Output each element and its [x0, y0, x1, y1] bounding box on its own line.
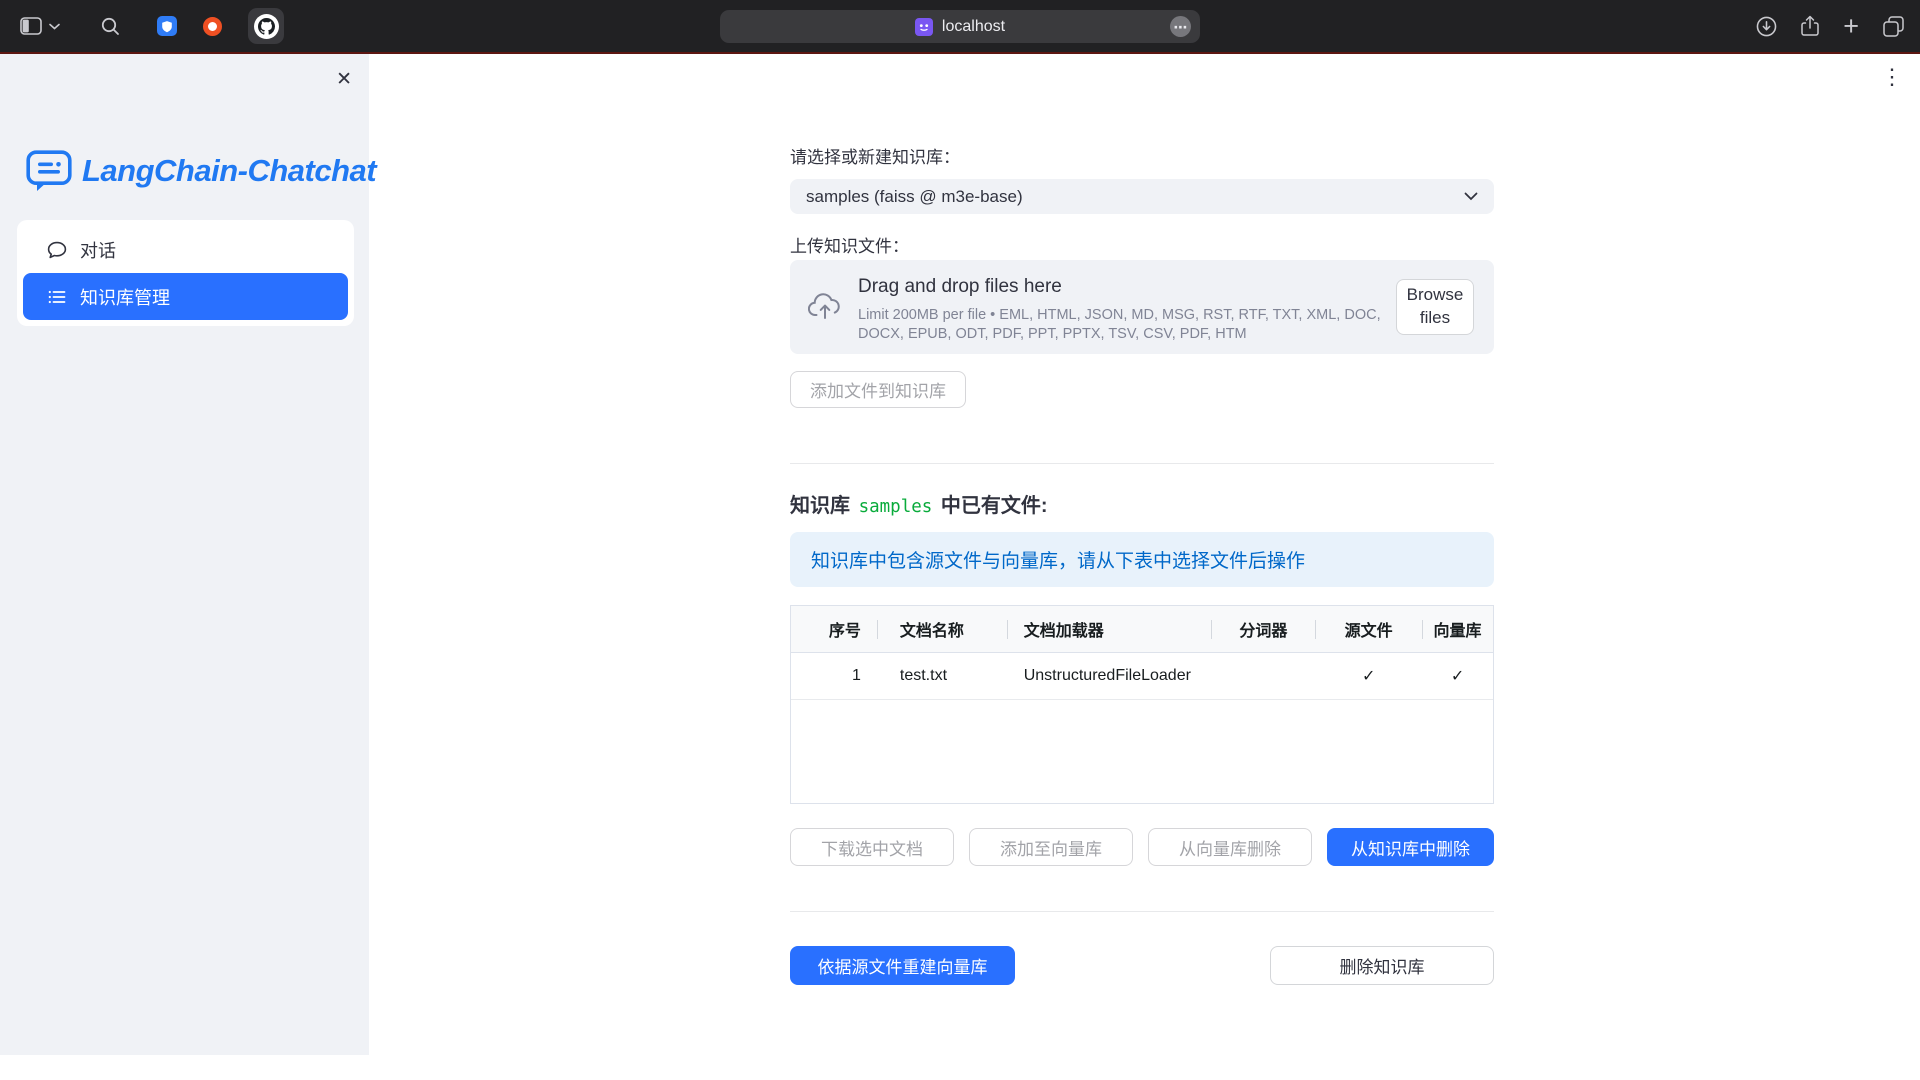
- address-bar[interactable]: localhost ⋯: [720, 10, 1200, 43]
- streamlit-menu-icon[interactable]: ⋮: [1881, 64, 1903, 90]
- sidebar-nav: 对话 知识库管理: [17, 220, 354, 326]
- sidebar-close-icon[interactable]: ✕: [336, 70, 352, 89]
- app-page: ✕ LangChain-Chatchat 对话: [0, 54, 1920, 1080]
- app-logo: LangChain-Chatchat: [26, 150, 376, 192]
- delete-kb-button[interactable]: 删除知识库: [1270, 946, 1494, 985]
- browse-files-button[interactable]: Browse files: [1396, 279, 1474, 335]
- kb-select-value: samples (faiss @ m3e-base): [806, 187, 1023, 207]
- dropzone-hint: Limit 200MB per file • EML, HTML, JSON, …: [858, 306, 1382, 344]
- cell-doc-name: test.txt: [877, 653, 1007, 699]
- main-area: ⋮ 请选择或新建知识库： samples (faiss @ m3e-base) …: [369, 54, 1920, 1080]
- bottom-strip: [0, 1055, 1920, 1080]
- table-actions: 下载选中文档 添加至向量库 从向量库删除 从知识库中删除: [790, 828, 1494, 866]
- downloads-icon[interactable]: [1756, 16, 1777, 37]
- sidebar-item-label: 知识库管理: [80, 284, 170, 310]
- table-row[interactable]: 1 test.txt UnstructuredFileLoader ✓ ✓: [791, 653, 1493, 700]
- cell-index: 1: [791, 653, 877, 699]
- kb-files-heading: 知识库 samples 中已有文件:: [790, 493, 1494, 520]
- chat-bubble-icon: [47, 240, 67, 260]
- sidebar-item-knowledge-base[interactable]: 知识库管理: [23, 273, 348, 320]
- content-column: 请选择或新建知识库： samples (faiss @ m3e-base) 上传…: [790, 54, 1494, 1075]
- new-tab-icon[interactable]: +: [1843, 13, 1859, 40]
- kb-select-label: 请选择或新建知识库：: [790, 147, 1494, 169]
- files-table: 序号 文档名称 文档加载器 分词器 源文件 向量库 1 test.txt Uns…: [790, 605, 1494, 804]
- extension-shield-icon[interactable]: [157, 16, 177, 36]
- sidebar: ✕ LangChain-Chatchat 对话: [0, 54, 369, 1055]
- search-icon[interactable]: [101, 17, 120, 36]
- table-header-row: 序号 文档名称 文档加载器 分词器 源文件 向量库: [791, 606, 1493, 653]
- cell-source-file-check: ✓: [1315, 653, 1422, 699]
- info-alert-text: 知识库中包含源文件与向量库，请从下表中选择文件后操作: [811, 546, 1305, 573]
- sidebar-toggle-icon[interactable]: [20, 17, 42, 35]
- page-menu-icon[interactable]: ⋯: [1170, 16, 1191, 37]
- extension-ring-icon[interactable]: [203, 17, 222, 36]
- kb-heading-prefix: 知识库: [790, 495, 856, 517]
- cloud-upload-icon: [808, 293, 842, 325]
- header-source-file[interactable]: 源文件: [1315, 606, 1422, 652]
- header-splitter[interactable]: 分词器: [1211, 606, 1315, 652]
- header-doc-loader[interactable]: 文档加载器: [1007, 606, 1212, 652]
- site-favicon: [915, 18, 933, 36]
- logo-text: LangChain-Chatchat: [82, 153, 376, 189]
- sidebar-item-dialogue[interactable]: 对话: [23, 226, 348, 273]
- download-selected-button[interactable]: 下载选中文档: [790, 828, 954, 866]
- tab-overview-icon[interactable]: [1883, 16, 1904, 37]
- browser-toolbar: localhost ⋯ +: [0, 0, 1920, 52]
- add-to-vector-store-button[interactable]: 添加至向量库: [969, 828, 1133, 866]
- header-index[interactable]: 序号: [791, 606, 877, 652]
- file-dropzone[interactable]: Drag and drop files here Limit 200MB per…: [790, 260, 1494, 354]
- share-icon[interactable]: [1801, 15, 1819, 37]
- chevron-down-icon: [1464, 192, 1478, 201]
- header-vector-store[interactable]: 向量库: [1422, 606, 1493, 652]
- list-icon: [47, 287, 67, 307]
- extension-github-icon[interactable]: [248, 8, 284, 44]
- sidebar-item-label: 对话: [80, 237, 116, 263]
- kb-select[interactable]: samples (faiss @ m3e-base): [790, 179, 1494, 214]
- dropzone-title: Drag and drop files here: [858, 276, 1382, 298]
- add-files-to-kb-button[interactable]: 添加文件到知识库: [790, 371, 966, 408]
- header-doc-name[interactable]: 文档名称: [877, 606, 1007, 652]
- sidebar-chevron-down-icon[interactable]: [49, 23, 60, 30]
- divider: [790, 911, 1494, 912]
- upload-label: 上传知识文件：: [790, 236, 1494, 258]
- kb-name-code: samples: [859, 497, 933, 517]
- url-text: localhost: [942, 18, 1005, 36]
- divider: [790, 463, 1494, 464]
- logo-chat-icon: [26, 150, 72, 192]
- cell-vector-store-check: ✓: [1422, 653, 1493, 699]
- info-alert: 知识库中包含源文件与向量库，请从下表中选择文件后操作: [790, 532, 1494, 587]
- delete-from-vector-store-button[interactable]: 从向量库删除: [1148, 828, 1312, 866]
- kb-heading-suffix: 中已有文件:: [935, 495, 1047, 517]
- delete-from-kb-button[interactable]: 从知识库中删除: [1327, 828, 1494, 866]
- cell-doc-loader: UnstructuredFileLoader: [1007, 653, 1212, 699]
- cell-splitter: [1211, 653, 1315, 699]
- rebuild-vector-store-button[interactable]: 依据源文件重建向量库: [790, 946, 1015, 985]
